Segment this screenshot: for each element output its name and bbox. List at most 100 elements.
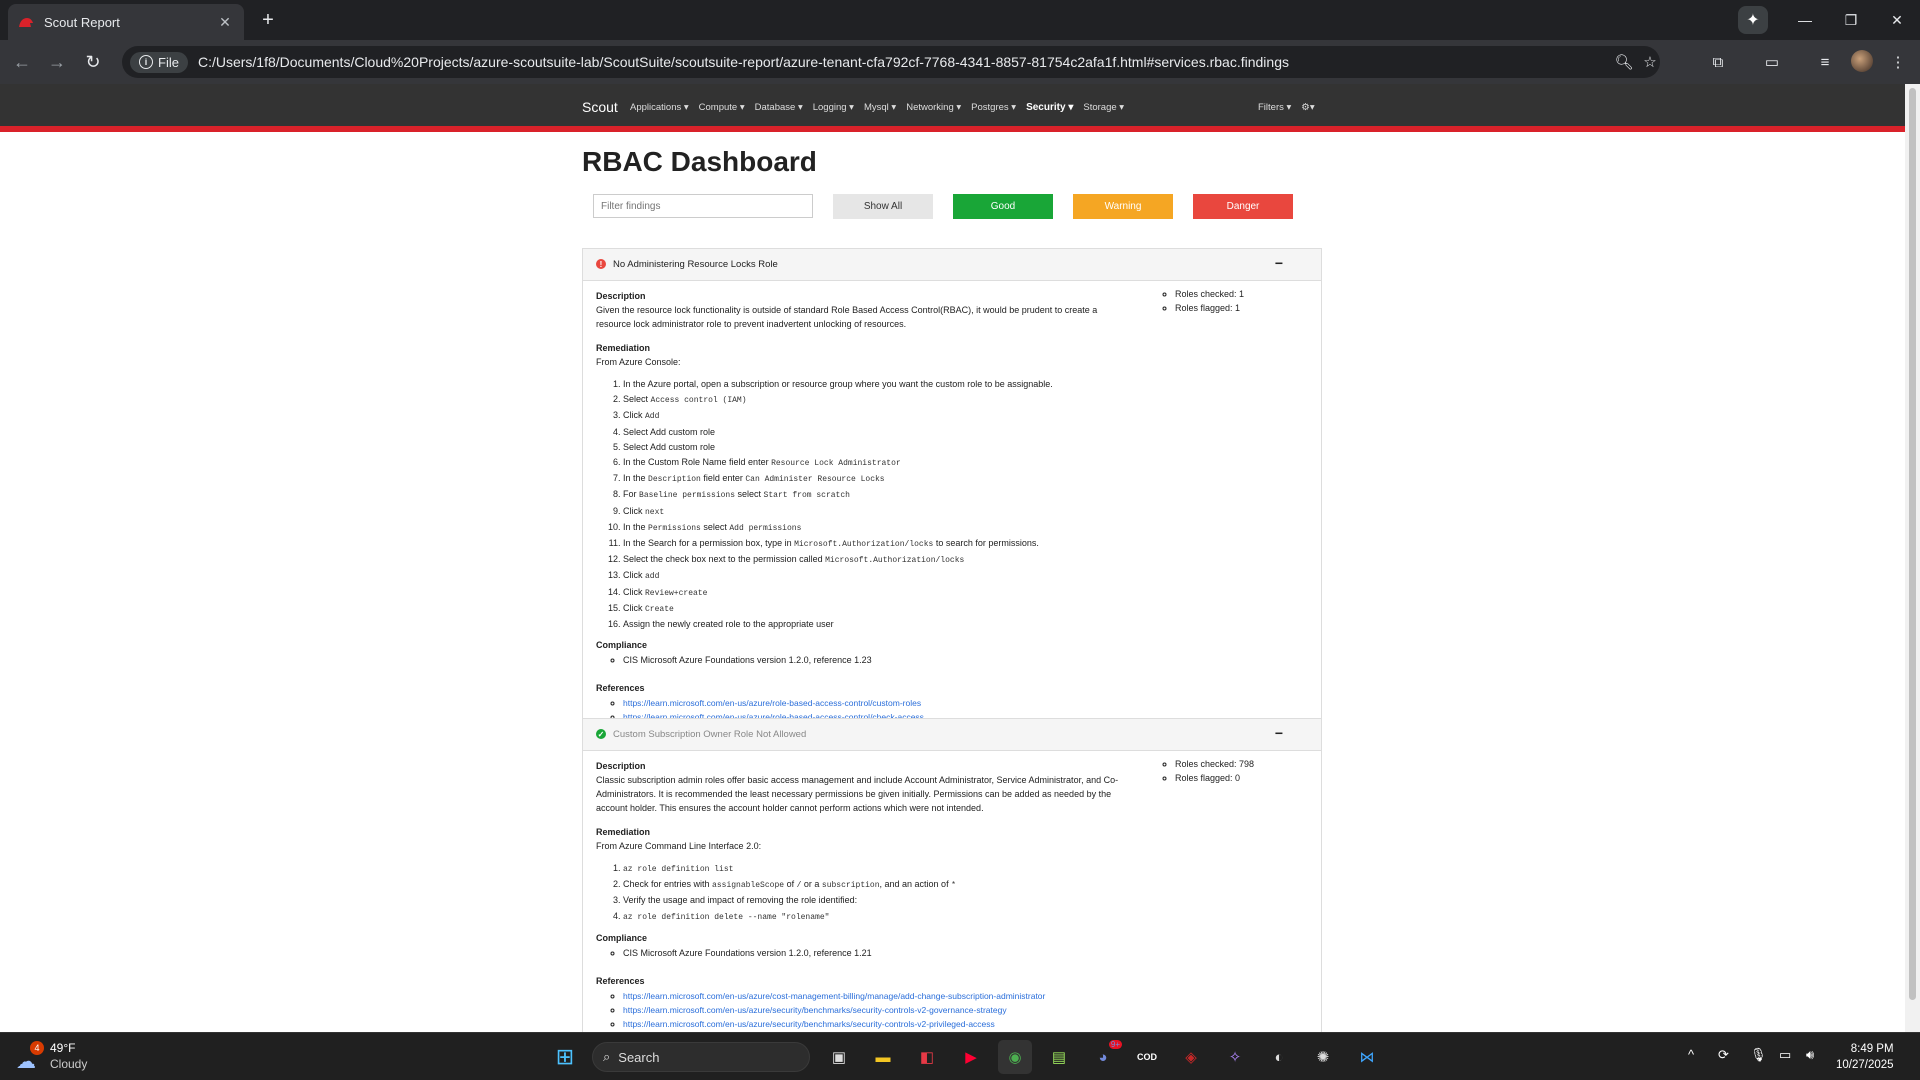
reference-link[interactable]: https://learn.microsoft.com/en-us/azure/… xyxy=(623,1005,1007,1015)
menu-storage[interactable]: Storage ▾ xyxy=(1083,102,1124,113)
finding-body: Description Classic subscription admin r… xyxy=(583,751,1321,1032)
system-clock[interactable]: 8:49 PM 10/27/2025 xyxy=(1836,1041,1894,1073)
youtube-icon[interactable]: ▶ xyxy=(954,1040,988,1074)
back-arrow-icon[interactable]: ← xyxy=(10,50,34,74)
close-tab-icon[interactable]: ✕ xyxy=(216,14,234,31)
extensions-icon[interactable]: ⧉ xyxy=(1706,50,1730,74)
finding-header[interactable]: ✓ Custom Subscription Owner Role Not All… xyxy=(583,719,1321,751)
filters-menu[interactable]: Filters ▾ xyxy=(1258,102,1291,113)
roles-flagged: Roles flagged: 0 xyxy=(1175,771,1254,785)
reference-link[interactable]: https://learn.microsoft.com/en-us/azure/… xyxy=(623,991,1045,1001)
page-scrollbar[interactable] xyxy=(1905,84,1920,1032)
page-viewport: Scout Applications ▾ Compute ▾ Database ▾ L… xyxy=(0,84,1905,1032)
gamepad-icon[interactable]: ✧ xyxy=(1218,1040,1252,1074)
scout-favicon-icon xyxy=(19,18,33,27)
good-filter-button[interactable]: Good xyxy=(953,194,1053,219)
menu-security[interactable]: Security ▾ xyxy=(1026,102,1073,113)
menu-applications[interactable]: Applications ▾ xyxy=(630,102,689,113)
compliance-list: CIS Microsoft Azure Foundations version … xyxy=(596,946,1308,960)
remediation-step: az role definition list xyxy=(623,861,1308,877)
tab-search-icon[interactable]: ▭ xyxy=(1760,50,1784,74)
roles-checked: Roles checked: 1 xyxy=(1175,287,1244,301)
menu-logging[interactable]: Logging ▾ xyxy=(813,102,854,113)
remediation-intro: From Azure Console: xyxy=(596,357,681,367)
step-text: Click xyxy=(623,410,645,421)
menu-label: Mysql xyxy=(863,102,889,113)
remediation-step: Click next xyxy=(623,504,1308,520)
scrollbar-thumb[interactable] xyxy=(1909,88,1916,1000)
remediation-step: Click Add xyxy=(623,408,1308,424)
step-text: Assign the newly created role to the app… xyxy=(623,619,834,630)
network-icon[interactable]: ▭ xyxy=(1779,1047,1791,1063)
weather-temp: 49°F xyxy=(50,1041,76,1055)
show-hidden-icons[interactable]: ^ xyxy=(1688,1047,1694,1062)
collapse-icon[interactable]: − xyxy=(1275,255,1283,271)
settings-gear-icon[interactable]: ⚙▾ xyxy=(1301,102,1314,113)
discord-icon[interactable]: ◕ 9+ xyxy=(1086,1040,1122,1074)
reference-link[interactable]: https://learn.microsoft.com/en-us/azure/… xyxy=(623,1019,995,1029)
chrome-icon[interactable]: ◉ xyxy=(998,1040,1032,1074)
gemini-sparkle-icon[interactable]: ✦ xyxy=(1738,6,1768,34)
finding-header[interactable]: ! No Administering Resource Locks Role − xyxy=(583,249,1321,281)
reference-link[interactable]: https://learn.microsoft.com/en-us/azure/… xyxy=(623,698,921,708)
step-code: az role definition list xyxy=(623,865,734,874)
bookmark-star-icon[interactable]: ☆ xyxy=(1638,50,1662,74)
chatgpt-icon[interactable]: ✺ xyxy=(1306,1040,1340,1074)
collapse-icon[interactable]: − xyxy=(1275,725,1283,741)
app-red-icon[interactable]: ◧ xyxy=(910,1040,944,1074)
minimize-icon[interactable]: — xyxy=(1782,0,1828,40)
danger-filter-button[interactable]: Danger xyxy=(1193,194,1293,219)
show-all-button[interactable]: Show All xyxy=(833,194,933,219)
step-code: Create xyxy=(645,604,674,614)
terminal-app-icon[interactable]: ▤ xyxy=(1042,1040,1076,1074)
menu-compute[interactable]: Compute ▾ xyxy=(699,102,745,113)
menu-postgres[interactable]: Postgres ▾ xyxy=(971,102,1016,113)
sync-icon[interactable]: ⟳ xyxy=(1718,1047,1729,1063)
menu-networking[interactable]: Networking ▾ xyxy=(906,102,961,113)
media-controls-icon[interactable]: ≡ xyxy=(1813,50,1837,74)
new-tab-button[interactable]: + xyxy=(254,6,282,34)
game-launcher-icon[interactable]: ◈ xyxy=(1174,1040,1208,1074)
remediation-step: az role definition delete --name "rolena… xyxy=(623,909,1308,925)
windows-start-icon[interactable]: ⊞ xyxy=(548,1040,582,1074)
vscode-icon[interactable]: ⋈ xyxy=(1350,1040,1384,1074)
taskbar-search[interactable]: ⌕ Search xyxy=(592,1042,810,1072)
menu-database[interactable]: Database ▾ xyxy=(755,102,803,113)
step-text: field enter xyxy=(700,473,746,484)
site-info-chip[interactable]: i File xyxy=(130,51,188,73)
zoom-icon[interactable]: 🔍︎ xyxy=(1612,50,1636,74)
step-text: to search for permissions. xyxy=(933,538,1039,549)
warning-filter-button[interactable]: Warning xyxy=(1073,194,1173,219)
filter-findings-input[interactable] xyxy=(593,194,813,218)
menu-mysql[interactable]: Mysql ▾ xyxy=(864,102,896,113)
close-window-icon[interactable]: ✕ xyxy=(1874,0,1920,40)
address-bar[interactable]: i File C:/Users/1f8/Documents/Cloud%20Pr… xyxy=(122,46,1660,78)
menu-label: Applications xyxy=(630,102,682,113)
obs-icon[interactable]: ◐ xyxy=(1262,1040,1296,1074)
microphone-icon[interactable]: 🎙︎ xyxy=(1750,1047,1767,1063)
remediation-step: In the Custom Role Name field enter Reso… xyxy=(623,455,1308,471)
file-explorer-icon[interactable]: ▬ xyxy=(866,1040,900,1074)
more-menu-icon[interactable]: ⋮ xyxy=(1886,50,1910,74)
compliance-item: CIS Microsoft Azure Foundations version … xyxy=(623,946,1308,960)
remediation-step: Select Access control (IAM) xyxy=(623,392,1308,408)
reload-icon[interactable]: ↻ xyxy=(81,50,105,74)
volume-icon[interactable]: 🔊︎ xyxy=(1806,1047,1814,1063)
url-text[interactable]: C:/Users/1f8/Documents/Cloud%20Projects/… xyxy=(198,54,1289,70)
finding-panel: ✓ Custom Subscription Owner Role Not All… xyxy=(582,718,1322,1032)
scout-menu: Applications ▾ Compute ▾ Database ▾ Logging… xyxy=(630,102,1134,113)
browser-tab[interactable]: Scout Report ✕ xyxy=(8,4,244,40)
step-text: In the Azure portal, open a subscription… xyxy=(623,379,1053,389)
step-code: Microsoft.Authorization/locks xyxy=(794,540,934,550)
restore-icon[interactable]: ❐ xyxy=(1828,0,1874,40)
profile-avatar[interactable] xyxy=(1851,50,1873,72)
filter-row: Show All Good Warning Danger xyxy=(582,192,1322,220)
task-view-icon[interactable]: ▣ xyxy=(822,1040,856,1074)
remediation-intro: From Azure Command Line Interface 2.0: xyxy=(596,841,762,851)
scout-brand[interactable]: Scout xyxy=(582,99,618,115)
weather-badge: 4 xyxy=(30,1041,44,1055)
clock-time: 8:49 PM xyxy=(1850,1043,1894,1055)
tab-title: Scout Report xyxy=(44,14,120,30)
forward-arrow-icon[interactable]: → xyxy=(45,50,69,74)
call-of-duty-icon[interactable]: COD xyxy=(1130,1040,1164,1074)
